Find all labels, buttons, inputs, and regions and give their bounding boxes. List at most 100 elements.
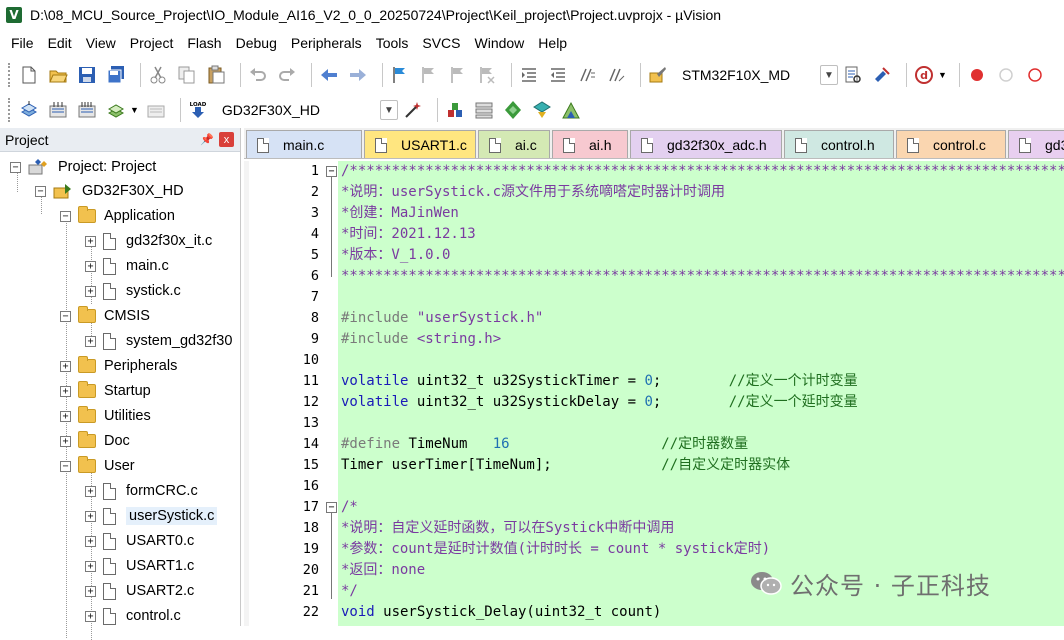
- comment-selection-icon[interactable]: [576, 64, 598, 86]
- tab-main-c[interactable]: main.c: [246, 130, 362, 158]
- tree-file[interactable]: + USART1.c: [85, 554, 194, 578]
- expand-icon[interactable]: +: [60, 435, 71, 447]
- expand-icon[interactable]: +: [85, 285, 96, 297]
- chevron-down-icon[interactable]: ▼: [938, 70, 947, 80]
- select-software-packs-icon[interactable]: [473, 99, 495, 121]
- download-load-icon[interactable]: LOAD: [187, 99, 209, 121]
- menu-svcs[interactable]: SVCS: [415, 30, 467, 56]
- insert-breakpoint-icon[interactable]: [966, 64, 988, 86]
- expand-icon[interactable]: +: [85, 335, 96, 347]
- save-icon[interactable]: [76, 64, 98, 86]
- tree-group-peripherals[interactable]: + Peripherals: [60, 354, 177, 378]
- manage-project-items-icon[interactable]: [444, 99, 466, 121]
- tab-gd3[interactable]: gd3: [1008, 130, 1064, 158]
- incremental-find-icon[interactable]: [871, 64, 893, 86]
- chevron-down-icon[interactable]: ▼: [130, 105, 139, 115]
- expand-icon[interactable]: +: [85, 535, 96, 547]
- expand-icon[interactable]: +: [60, 360, 71, 372]
- menu-help[interactable]: Help: [531, 30, 574, 56]
- expand-icon[interactable]: +: [85, 485, 96, 497]
- unindent-icon[interactable]: [547, 64, 569, 86]
- target-options-icon[interactable]: [402, 99, 424, 121]
- tab-control-h[interactable]: control.h: [784, 130, 894, 158]
- menu-flash[interactable]: Flash: [180, 30, 228, 56]
- chevron-down-icon[interactable]: ▼: [379, 100, 398, 120]
- tree-file[interactable]: + USART0.c: [85, 529, 194, 553]
- undo-icon[interactable]: [247, 64, 269, 86]
- cut-icon[interactable]: [147, 64, 169, 86]
- indent-icon[interactable]: [518, 64, 540, 86]
- collapse-icon[interactable]: −: [10, 161, 21, 173]
- tab-control-c[interactable]: control.c: [896, 130, 1006, 158]
- chevron-down-icon[interactable]: ▼: [820, 65, 838, 85]
- copy-icon[interactable]: [176, 64, 198, 86]
- find-in-files-icon[interactable]: [842, 64, 864, 86]
- redo-icon[interactable]: [276, 64, 298, 86]
- tree-target[interactable]: − GD32F30X_HD: [35, 179, 184, 203]
- device-select[interactable]: STM32F10X_MD ▼: [676, 63, 842, 87]
- menu-file[interactable]: File: [4, 30, 41, 56]
- expand-icon[interactable]: +: [60, 410, 71, 422]
- tree-file-selected[interactable]: + userSystick.c: [85, 504, 218, 528]
- tree-file[interactable]: + systick.c: [85, 279, 181, 303]
- tab-ai-h[interactable]: ai.h: [552, 130, 628, 158]
- new-file-icon[interactable]: [18, 64, 40, 86]
- tree-group-cmsis[interactable]: − CMSIS: [60, 304, 150, 328]
- collapse-icon[interactable]: −: [60, 460, 71, 472]
- tree-file[interactable]: + gd32f30x_it.c: [85, 229, 212, 253]
- collapse-icon[interactable]: −: [60, 310, 71, 322]
- insert-bookmark-icon[interactable]: [389, 64, 411, 86]
- navigate-forward-icon[interactable]: [347, 64, 369, 86]
- configure-target-icon[interactable]: [647, 64, 669, 86]
- tree-file[interactable]: + formCRC.c: [85, 479, 198, 503]
- paste-icon[interactable]: [205, 64, 227, 86]
- event-recorder-icon[interactable]: [560, 99, 582, 121]
- disable-breakpoint-icon[interactable]: [995, 64, 1017, 86]
- rebuild-icon[interactable]: [76, 99, 98, 121]
- collapse-icon[interactable]: −: [35, 185, 46, 197]
- toolbar-grip[interactable]: [8, 98, 12, 122]
- tab-gd32f30x-adc-h[interactable]: gd32f30x_adc.h: [630, 130, 782, 158]
- previous-bookmark-icon[interactable]: [418, 64, 440, 86]
- fold-toggle-icon[interactable]: −: [326, 166, 337, 177]
- menu-window[interactable]: Window: [468, 30, 532, 56]
- collapse-icon[interactable]: −: [60, 210, 71, 222]
- tree-group-doc[interactable]: + Doc: [60, 429, 130, 453]
- translate-icon[interactable]: [18, 99, 40, 121]
- debug-session-icon[interactable]: d: [913, 64, 935, 86]
- menu-tools[interactable]: Tools: [369, 30, 416, 56]
- expand-icon[interactable]: +: [85, 585, 96, 597]
- pin-icon[interactable]: 📌: [200, 132, 214, 146]
- save-all-icon[interactable]: [105, 64, 127, 86]
- tree-root-project[interactable]: − Project: Project: [10, 155, 156, 179]
- uncomment-selection-icon[interactable]: [605, 64, 627, 86]
- fold-toggle-icon[interactable]: −: [326, 502, 337, 513]
- menu-edit[interactable]: Edit: [41, 30, 79, 56]
- kill-breakpoints-icon[interactable]: [1024, 64, 1046, 86]
- tree-group-utilities[interactable]: + Utilities: [60, 404, 151, 428]
- code-editor[interactable]: − − 1 2 3 4 5 6 7 8 9 10 11 12 13 14 15 16 17 18 19 20 21 22 …: [244, 161, 1064, 626]
- tree-file[interactable]: + system_gd32f30: [85, 329, 232, 353]
- build-icon[interactable]: [47, 99, 69, 121]
- expand-icon[interactable]: +: [85, 510, 96, 522]
- toolbar-grip[interactable]: [8, 63, 12, 87]
- stop-build-icon[interactable]: [145, 99, 167, 121]
- batch-build-icon[interactable]: [105, 99, 127, 121]
- menu-project[interactable]: Project: [123, 30, 181, 56]
- tree-file[interactable]: + control.c: [85, 604, 181, 628]
- pack-installer-icon[interactable]: [531, 99, 553, 121]
- open-folder-icon[interactable]: [47, 64, 69, 86]
- expand-icon[interactable]: +: [85, 235, 96, 247]
- expand-icon[interactable]: +: [85, 560, 96, 572]
- expand-icon[interactable]: +: [85, 260, 96, 272]
- tab-ai-c[interactable]: ai.c: [478, 130, 550, 158]
- close-icon[interactable]: x: [219, 132, 234, 147]
- manage-run-time-environment-icon[interactable]: [502, 99, 524, 121]
- tree-file[interactable]: + main.c: [85, 254, 169, 278]
- target-select[interactable]: GD32F30X_HD ▼: [216, 98, 402, 122]
- menu-view[interactable]: View: [79, 30, 123, 56]
- tab-usart1-c[interactable]: USART1.c: [364, 130, 476, 158]
- tree-file[interactable]: + USART2.c: [85, 579, 194, 603]
- clear-bookmarks-icon[interactable]: [476, 64, 498, 86]
- tree-group-startup[interactable]: + Startup: [60, 379, 151, 403]
